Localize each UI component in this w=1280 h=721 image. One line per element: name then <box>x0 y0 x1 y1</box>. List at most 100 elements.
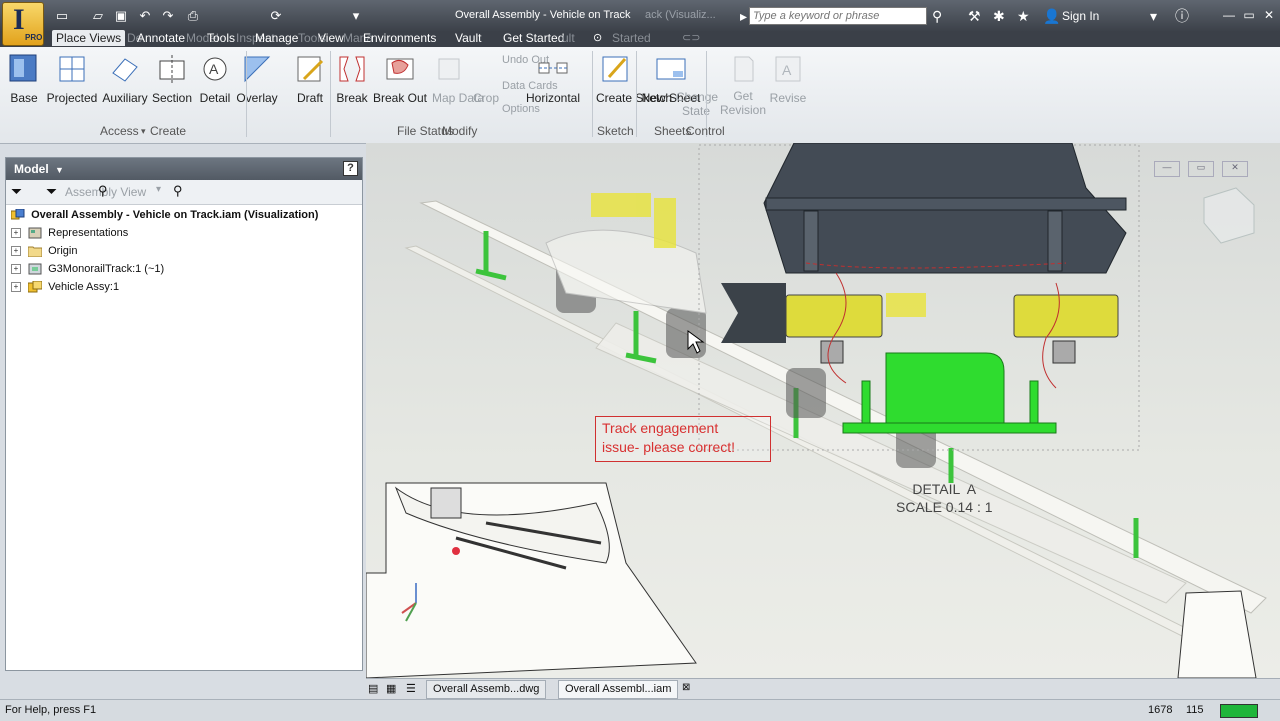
overlay-view-button[interactable]: Overlay <box>236 47 278 105</box>
search-binoculars-icon[interactable]: ⚲ <box>173 183 183 199</box>
tree-item-vehicle-assy[interactable]: + Vehicle Assy:1 <box>11 278 119 296</box>
detail-view-button[interactable]: A Detail <box>198 47 232 105</box>
group-label-access: Access <box>100 124 139 138</box>
qat-dropdown-icon[interactable]: ▾ <box>348 8 364 24</box>
binoculars-icon[interactable]: ⚲ <box>932 8 942 24</box>
revise-ghost-button: A Revise <box>768 47 808 105</box>
group-label-modify: Modify <box>442 124 478 138</box>
projected-view-button[interactable]: Projected <box>46 47 98 105</box>
search-input[interactable] <box>749 7 927 25</box>
graphics-window[interactable]: — ▭ ✕ Track engagement issue- please cor… <box>366 143 1280 678</box>
application-menu-button[interactable]: I PRO <box>2 2 44 46</box>
document-tab-drawing[interactable]: Overall Assemb...dwg <box>426 680 547 699</box>
break-button[interactable]: Break <box>336 47 368 105</box>
tab-manage[interactable]: Manage <box>255 30 298 46</box>
help-icon[interactable]: ⓘ <box>1175 8 1189 24</box>
auxiliary-view-button[interactable]: Auxiliary <box>102 47 148 105</box>
minimize-icon[interactable]: — <box>1218 6 1240 24</box>
browser-header: Model ▼ ? <box>6 158 362 180</box>
update-icon[interactable]: ⟳ <box>268 8 284 24</box>
create-sketch-button[interactable]: Create Sketch <box>596 47 672 105</box>
title-bar: I PRO ▭ ▱ ▣ ↶ ↷ ⎙ ⟳ ▾ Overall Assembly -… <box>0 0 1280 46</box>
base-view-button[interactable]: Base <box>8 47 40 105</box>
assembly-icon <box>11 209 25 220</box>
close-icon[interactable]: ✕ <box>1258 6 1280 24</box>
group-label-control: Control <box>686 124 725 138</box>
undo-icon[interactable]: ↶ <box>137 8 153 24</box>
tile-windows-icon[interactable]: ▤ <box>368 682 378 695</box>
browser-title[interactable]: Model <box>14 162 49 176</box>
group-expand-arrow-icon[interactable]: ▾ <box>141 126 146 137</box>
cascade-windows-icon[interactable]: ▦ <box>386 682 396 695</box>
inner-close-icon[interactable]: ✕ <box>1222 161 1248 177</box>
tab-place-views[interactable]: Place Views <box>52 30 126 46</box>
status-count-2: 115 <box>1186 704 1204 716</box>
subscription-icon[interactable]: ✱ <box>993 8 1005 24</box>
tab-get-started[interactable]: Get Started <box>503 30 564 46</box>
annotation-note[interactable]: Track engagement issue- please correct! <box>595 416 771 462</box>
tree-item-origin[interactable]: + Origin <box>11 242 77 260</box>
tab-toggle-icon[interactable]: ⊙ <box>593 30 602 46</box>
change-state-ghost-button: Change State <box>676 90 719 118</box>
expand-arrow-icon[interactable]: ▸ <box>740 8 747 24</box>
find-binoculars-icon[interactable]: ⚲ <box>98 183 108 199</box>
browser-dropdown-icon[interactable]: ▼ <box>55 165 64 175</box>
tab-ghost-vault: ult <box>562 31 575 45</box>
draft-view-button[interactable]: Draft <box>294 47 326 105</box>
expand-plus-icon[interactable]: + <box>11 282 21 293</box>
svg-text:A: A <box>782 62 792 78</box>
document-tab-assembly[interactable]: Overall Assembl...iam <box>558 680 679 699</box>
expand-plus-icon[interactable]: + <box>11 264 21 275</box>
break-icon <box>339 56 365 82</box>
close-tab-icon[interactable]: ⊠ <box>682 682 690 693</box>
horizontal-align-icon <box>538 62 568 74</box>
inner-restore-icon[interactable]: ▭ <box>1188 161 1214 177</box>
section-view-button[interactable]: Section <box>152 47 192 105</box>
status-help-text: For Help, press F1 <box>5 704 97 716</box>
tab-vault[interactable]: Vault <box>455 30 481 46</box>
inner-window-controls: — ▭ ✕ <box>1154 161 1264 181</box>
detail-view-icon: A <box>203 57 227 81</box>
tab-annotate[interactable]: Annotate <box>137 30 185 46</box>
svg-text:A: A <box>209 61 219 77</box>
app-logo: I <box>13 3 25 36</box>
tools-icon[interactable]: ⚒ <box>968 8 981 24</box>
filter-icon[interactable]: ⏷ <box>11 183 22 200</box>
window-menu-icon[interactable]: ☰ <box>406 682 416 695</box>
detail-caption: DETAIL A SCALE 0.14 : 1 <box>896 480 993 516</box>
annotation-line-1: Track engagement <box>602 420 719 436</box>
print-icon[interactable]: ⎙ <box>185 8 201 24</box>
tree-item-representations[interactable]: + Representations <box>11 224 128 242</box>
break-out-button[interactable]: Break Out <box>372 47 428 105</box>
signin-dropdown-icon[interactable]: ▾ <box>1150 8 1157 24</box>
maximize-icon[interactable]: ▭ <box>1238 6 1260 24</box>
tab-environments[interactable]: Environments <box>363 30 436 46</box>
sign-in-button[interactable]: Sign In <box>1062 9 1099 23</box>
horizontal-button[interactable]: Horizontal <box>524 47 582 105</box>
view-dropdown-icon[interactable]: ▾ <box>156 184 161 195</box>
tree-root-item[interactable]: Overall Assembly - Vehicle on Track.iam … <box>11 206 318 224</box>
base-view-icon <box>9 54 37 82</box>
filter-ghost-icon[interactable]: ⏷ <box>46 183 57 200</box>
representations-icon <box>28 227 42 239</box>
tab-view[interactable]: View <box>318 30 344 46</box>
get-revision-ghost-button: Get Revision <box>720 47 766 117</box>
ribbon-panel: Base Projected Auxiliary Section A Detai… <box>0 47 1280 144</box>
tab-overflow-icon[interactable]: ⊂⊃ <box>682 30 700 46</box>
tab-ghost-started: Started <box>612 31 651 45</box>
part-icon <box>28 263 42 275</box>
save-icon[interactable]: ▣ <box>113 8 129 24</box>
expand-plus-icon[interactable]: + <box>11 246 21 257</box>
favorites-star-icon[interactable]: ★ <box>1017 8 1030 24</box>
tab-tools[interactable]: Tools <box>207 30 235 46</box>
open-icon[interactable]: ▱ <box>90 8 106 24</box>
browser-help-button[interactable]: ? <box>343 161 358 176</box>
inner-minimize-icon[interactable]: — <box>1154 161 1180 177</box>
user-icon: 👤 <box>1043 8 1061 24</box>
expand-plus-icon[interactable]: + <box>11 228 21 239</box>
map-data-ghost-icon <box>438 58 460 80</box>
tree-item-monorail-track[interactable]: + G3MonorailTrack:1 (~1) <box>11 260 164 278</box>
redo-icon[interactable]: ↷ <box>160 8 176 24</box>
new-file-icon[interactable]: ▭ <box>54 8 70 24</box>
browser-toolbar: ⏷ ⏷ Assembly View ⚲ ▾ ⚲ <box>6 180 362 205</box>
